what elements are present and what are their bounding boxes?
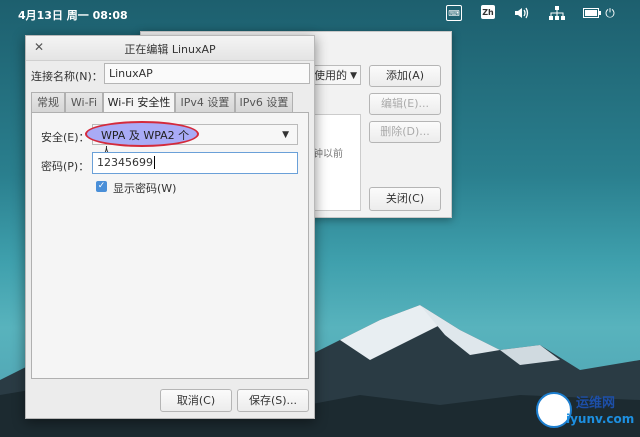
battery-icon[interactable] [583, 5, 601, 21]
cancel-button[interactable]: 取消(C) [160, 389, 232, 412]
show-password-checkbox[interactable]: ✓ [96, 181, 107, 192]
add-button[interactable]: 添加(A) [369, 65, 441, 87]
tab-ipv6[interactable]: IPv6 设置 [235, 92, 293, 112]
edit-connection-dialog: ✕ 正在编辑 LinuxAP 连接名称(N)： LinuxAP 常规 Wi-Fi… [25, 35, 315, 419]
sort-combo-value: 使用的 [314, 69, 347, 82]
connection-name-input[interactable]: LinuxAP [104, 63, 310, 84]
security-highlight-annotation: WPA 及 WPA2 个人 [85, 121, 199, 158]
save-button[interactable]: 保存(S)... [237, 389, 309, 412]
dialog-title: 正在编辑 LinuxAP [124, 43, 216, 56]
edit-button[interactable]: 编辑(E)... [369, 93, 441, 115]
chevron-down-icon: ▼ [350, 71, 357, 81]
chevron-down-icon: ▼ [282, 130, 289, 140]
top-panel: 4月13日 周一 08:08 ⌨ Zh ⏻ [0, 0, 640, 26]
password-input[interactable]: 12345699 [92, 152, 298, 174]
show-password-label[interactable]: 显示密码(W) [113, 180, 176, 196]
security-label: 安全(E)： [41, 131, 90, 144]
clock[interactable]: 4月13日 周一 08:08 [18, 7, 128, 23]
volume-icon[interactable] [513, 5, 531, 21]
delete-button[interactable]: 删除(D)... [369, 121, 441, 143]
power-icon[interactable]: ⏻ [603, 5, 617, 21]
password-value: 12345699 [97, 156, 153, 169]
watermark-name: 运维网 [576, 396, 616, 411]
watermark-logo: 运维网 iyunv.com [536, 392, 634, 430]
tab-general[interactable]: 常规 [31, 92, 65, 112]
tab-ipv4[interactable]: IPv4 设置 [175, 92, 235, 112]
keyboard-icon[interactable]: ⌨ [446, 5, 462, 21]
dialog-titlebar[interactable]: ✕ 正在编辑 LinuxAP [26, 36, 314, 61]
watermark-url: iyunv.com [566, 412, 635, 426]
password-label: 密码(P)： [41, 160, 90, 173]
tab-wifi[interactable]: Wi-Fi [65, 92, 103, 112]
input-method-indicator[interactable]: Zh [481, 5, 495, 19]
connections-list[interactable] [311, 114, 361, 211]
tab-wifi-security[interactable]: Wi-Fi 安全性 [103, 92, 175, 113]
sort-combo[interactable]: 使用的 ▼ [311, 65, 361, 85]
last-used-hint: 钟以前 [313, 149, 343, 160]
close-button[interactable]: 关闭(C) [369, 187, 441, 211]
network-icon[interactable] [549, 5, 565, 21]
connection-name-label: 连接名称(N)： [31, 70, 103, 83]
